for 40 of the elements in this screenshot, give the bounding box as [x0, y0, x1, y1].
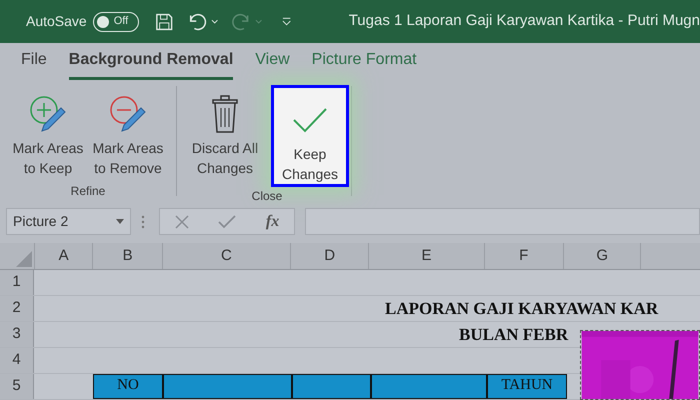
group-label: Close — [252, 188, 282, 205]
customize-toolbar-icon[interactable] — [282, 16, 292, 26]
name-box[interactable]: Picture 2 — [6, 208, 131, 235]
autosave-label: AutoSave — [26, 12, 87, 31]
column-header[interactable]: D — [324, 244, 336, 268]
column-header[interactable]: A — [58, 244, 69, 268]
save-icon[interactable] — [154, 12, 174, 32]
discard-button[interactable]: Discard All Changes — [185, 86, 265, 182]
column-header[interactable]: E — [421, 244, 432, 268]
undo-icon[interactable] — [187, 12, 208, 32]
sheet-subtitle: BULAN FEBR — [458, 324, 568, 346]
circle-plus-pencil-icon — [28, 94, 68, 134]
mark-keep-button[interactable]: Mark Areas to Keep — [8, 86, 88, 182]
column-header[interactable]: B — [122, 244, 133, 268]
redo-icon — [230, 12, 252, 32]
table-header-cell: NO — [93, 374, 163, 399]
dropdown-arrow-icon — [116, 219, 124, 224]
enter-check-icon[interactable] — [218, 214, 236, 228]
group-label: Refine — [70, 183, 106, 200]
ribbon-tab[interactable]: Background Removal — [68, 48, 234, 80]
chevron-down-icon[interactable] — [211, 18, 219, 24]
autosave-toggle[interactable]: Off — [92, 12, 139, 32]
trash-icon — [210, 94, 240, 134]
column-header[interactable]: G — [596, 244, 608, 268]
drag-handle-icon[interactable] — [141, 214, 145, 228]
ribbon-tab[interactable]: File — [21, 48, 47, 80]
formula-input[interactable] — [305, 208, 700, 235]
sheet-title: LAPORAN GAJI KARYAWAN KAR — [385, 298, 658, 320]
checkmark-icon — [292, 106, 328, 134]
mark-remove-button[interactable]: Mark Areas to Remove — [88, 86, 168, 182]
chevron-down-icon — [255, 18, 262, 24]
circle-minus-pencil-icon — [108, 94, 148, 134]
insert-function-button[interactable]: fx — [266, 210, 280, 234]
window-title: Tugas 1 Laporan Gaji Karyawan Kartika - Putri Mugn — [348, 11, 700, 32]
column-header[interactable]: C — [220, 244, 232, 268]
keep-button[interactable]: Keep Changes — [271, 85, 349, 187]
ribbon-tab[interactable]: Picture Format — [312, 48, 417, 80]
ribbon-tab[interactable]: View — [255, 48, 290, 80]
table-header-cell: TAHUN — [487, 374, 567, 399]
column-header[interactable]: F — [519, 244, 528, 268]
